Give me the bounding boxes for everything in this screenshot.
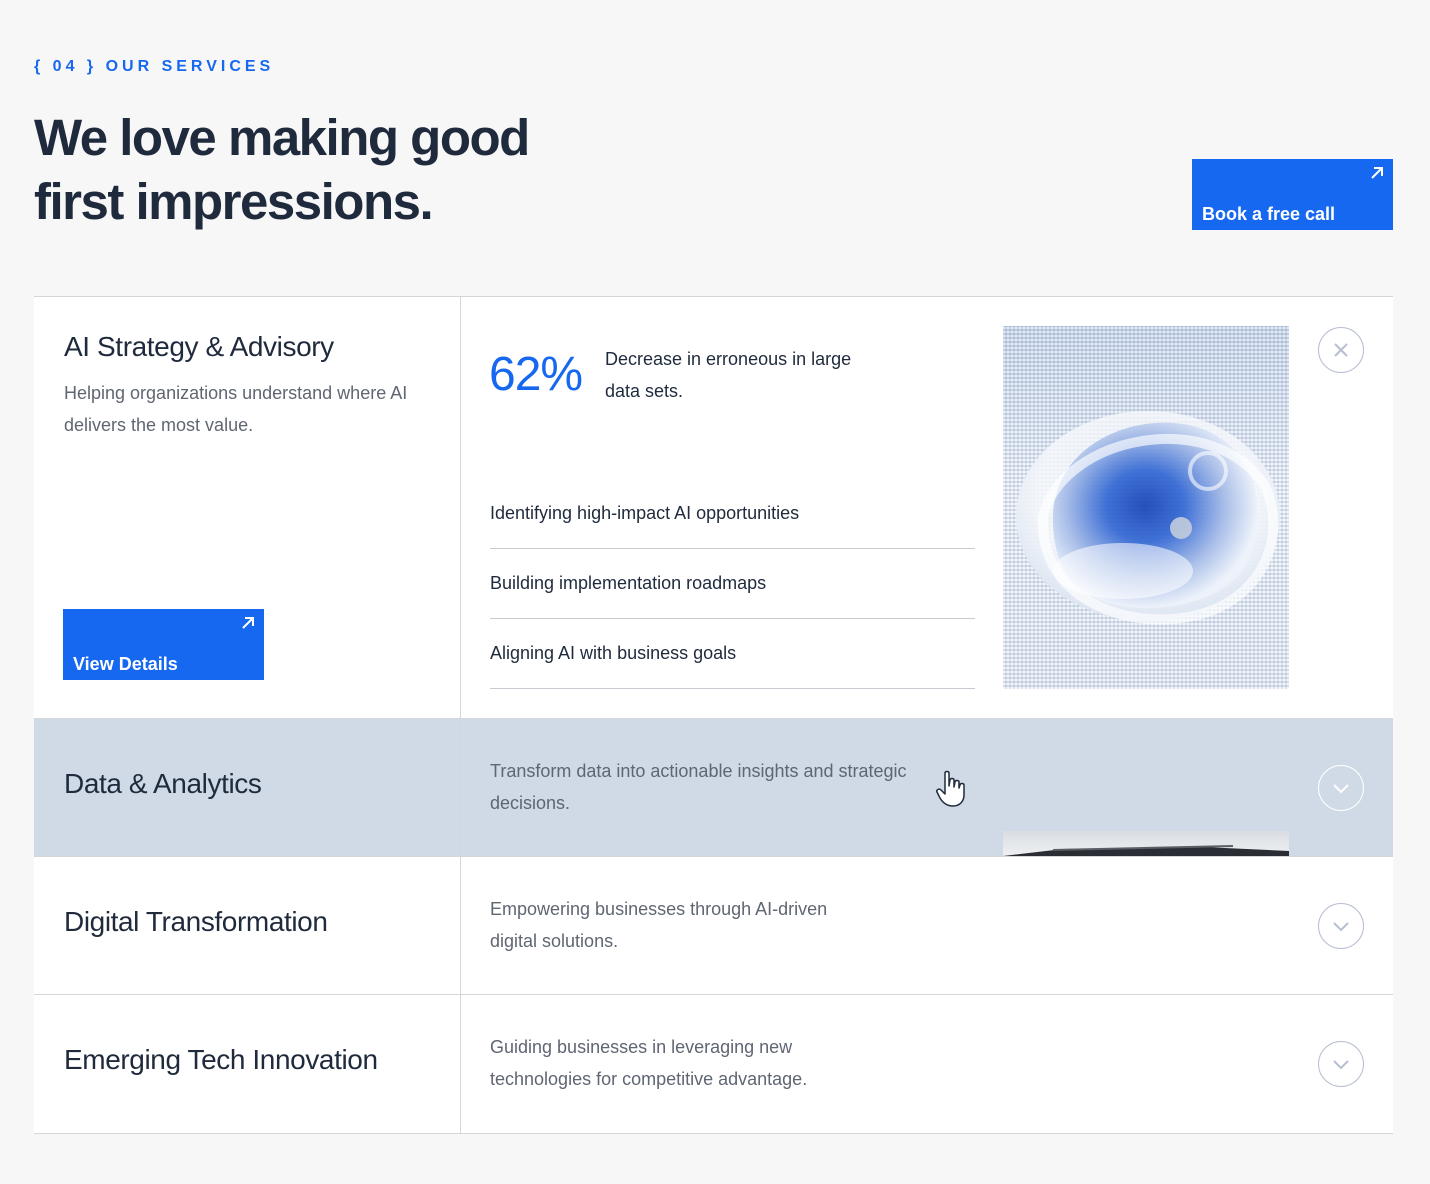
arrow-up-right-icon [1371,167,1383,179]
list-item: Building implementation roadmaps [490,549,975,619]
column-divider [460,857,461,994]
service-description: Transform data into actionable insights … [490,761,907,813]
service-row[interactable]: Emerging Tech Innovation Guiding busines… [34,995,1393,1134]
view-details-label: View Details [73,654,178,674]
book-call-button[interactable]: Book a free call [1192,159,1393,230]
service-image-peek [1003,831,1289,856]
chevron-down-icon [1333,922,1349,932]
service-title: AI Strategy & Advisory [64,331,334,362]
service-title: Emerging Tech Innovation [64,1044,378,1075]
service-row[interactable]: Digital Transformation Empowering busine… [34,857,1393,995]
view-details-button[interactable]: View Details [63,609,264,680]
page-title: We love making good first impressions. [34,109,530,230]
list-item: Aligning AI with business goals [490,619,975,689]
arrow-up-right-icon [242,617,254,629]
expand-button[interactable] [1318,1041,1364,1087]
service-row-expanded: AI Strategy & Advisory Helping organizat… [34,297,1393,719]
list-item: Identifying high-impact AI opportunities [490,479,975,549]
image-edge [1003,845,1289,856]
column-divider [460,995,461,1134]
service-row[interactable]: Data & Analytics Transform data into act… [34,719,1393,857]
chevron-down-icon [1333,784,1349,794]
hand-pointer-icon [936,770,965,807]
service-description: Helping organizations understand where A… [64,383,408,435]
section-eyebrow: { 04 } OUR SERVICES [34,58,275,75]
service-title: Data & Analytics [64,768,262,799]
expand-button[interactable] [1318,903,1364,949]
chevron-down-icon [1333,1060,1349,1070]
book-call-label: Book a free call [1202,204,1336,224]
expand-button[interactable] [1318,765,1364,811]
service-description: Empowering businesses through AI-driven … [490,899,828,951]
close-icon [1334,343,1348,357]
stat-description: Decrease in erroneous in large data sets… [605,349,852,401]
collapse-button[interactable] [1318,327,1364,373]
glass-brain-illustration [1016,411,1280,625]
services-accordion: AI Strategy & Advisory Helping organizat… [34,296,1393,1134]
service-title: Digital Transformation [64,906,328,937]
service-description: Guiding businesses in leveraging new tec… [490,1037,808,1089]
column-divider [460,297,461,718]
service-image [1003,326,1289,689]
stat-value: 62% [489,348,583,401]
column-divider [460,719,461,856]
feature-list: Identifying high-impact AI opportunities… [490,479,975,689]
